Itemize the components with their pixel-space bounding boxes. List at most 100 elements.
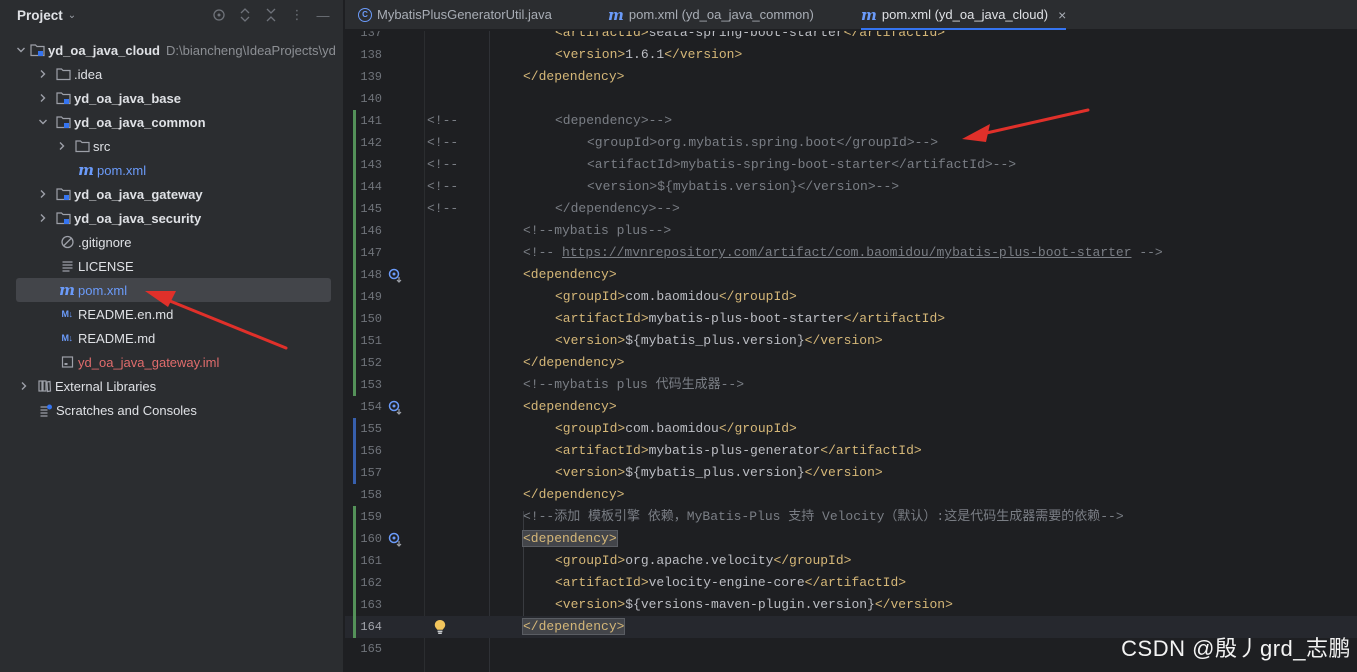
tree-item-label: src — [93, 138, 111, 154]
tab-pom-common[interactable]: m pom.xml (yd_oa_java_common) — [608, 0, 814, 29]
code-line: 163 <version>${versions-maven-plugin.ver… — [345, 594, 1357, 616]
module-folder-icon — [55, 90, 71, 106]
tree-item-label: README.en.md — [78, 306, 174, 322]
code-line: 141 <!-- <dependency>--> — [345, 110, 1357, 132]
code-text: <groupId>org.mybatis.spring.boot</groupI… — [587, 135, 939, 150]
line-number: 143 — [360, 158, 382, 172]
mvnrepository-link[interactable]: https://mvnrepository.com/artifact/com.b… — [562, 245, 1132, 260]
code-line: 154 <dependency> — [345, 396, 1357, 418]
chevron-right-icon[interactable] — [35, 210, 51, 226]
code-line: 156 <artifactId>mybatis-plus-generator</… — [345, 440, 1357, 462]
scratches-icon — [37, 402, 53, 418]
line-number: 139 — [360, 70, 382, 84]
tree-item-common[interactable]: yd_oa_java_common — [16, 110, 331, 134]
editor-tab-bar: C MybatisPlusGeneratorUtil.java m pom.xm… — [345, 0, 1357, 30]
chevron-down-icon[interactable] — [35, 114, 51, 130]
line-number: 141 — [360, 114, 382, 128]
tree-item-idea[interactable]: .idea — [16, 62, 331, 86]
code-text: <artifactId>velocity-engine-core</artifa… — [555, 575, 907, 590]
collapse-all-icon[interactable] — [262, 6, 280, 24]
line-number: 159 — [360, 510, 382, 524]
maven-dependency-icon[interactable] — [387, 399, 403, 415]
code-line: 145 <!-- </dependency>--> — [345, 198, 1357, 220]
tree-item-readme[interactable]: M↓ README.md — [16, 326, 331, 350]
tree-item-external-libraries[interactable]: External Libraries — [16, 374, 331, 398]
code-line: 148 <dependency> — [345, 264, 1357, 286]
code-line: 157 <version>${mybatis_plus.version}</ve… — [345, 462, 1357, 484]
tree-item-readme-en[interactable]: M↓ README.en.md — [16, 302, 331, 326]
code-line: 139 </dependency> — [345, 66, 1357, 88]
tree-item-common-pom[interactable]: m pom.xml — [16, 158, 331, 182]
line-number: 162 — [360, 576, 382, 590]
tree-item-label: .gitignore — [78, 234, 132, 250]
code-line: 161 <groupId>org.apache.velocity</groupI… — [345, 550, 1357, 572]
chevron-right-icon[interactable] — [35, 186, 51, 202]
code-line: 151 <version>${mybatis_plus.version}</ve… — [345, 330, 1357, 352]
tab-pom-cloud[interactable]: m pom.xml (yd_oa_java_cloud) × — [861, 0, 1067, 30]
code-line: 155 <groupId>com.baomidou</groupId> — [345, 418, 1357, 440]
tree-item-label: yd_oa_java_gateway.iml — [78, 354, 220, 370]
code-line: 138 <version>1.6.1</version> — [345, 44, 1357, 66]
code-text: <version>1.6.1</version> — [555, 47, 743, 62]
more-options-icon[interactable]: ⋮ — [288, 6, 306, 24]
comment-prefix: <!-- — [427, 201, 459, 216]
code-text: </dependency>--> — [555, 201, 680, 216]
minimize-icon[interactable]: — — [314, 6, 332, 24]
project-panel-header: Project ⌄ ⋮ — — [0, 0, 343, 30]
chevron-right-icon[interactable] — [54, 138, 70, 154]
chevron-right-icon[interactable] — [35, 90, 51, 106]
chevron-right-icon[interactable] — [35, 66, 51, 82]
code-line: 158 </dependency> — [345, 484, 1357, 506]
line-number: 160 — [360, 532, 382, 546]
tree-item-iml[interactable]: yd_oa_java_gateway.iml — [16, 350, 331, 374]
line-number: 144 — [360, 180, 382, 194]
tree-item-label: pom.xml — [78, 282, 128, 298]
tree-item-base[interactable]: yd_oa_java_base — [16, 86, 331, 110]
tree-item-scratches[interactable]: Scratches and Consoles — [16, 398, 331, 422]
project-panel-title[interactable]: Project — [17, 8, 63, 23]
tree-item-gateway[interactable]: yd_oa_java_gateway — [16, 182, 331, 206]
close-tab-icon[interactable]: × — [1058, 7, 1066, 23]
tree-item-label: pom.xml — [97, 162, 147, 178]
code-editor[interactable]: 137 <artifactId>seata-spring-boot-starte… — [345, 31, 1357, 672]
line-number: 156 — [360, 444, 382, 458]
tree-item-project-root[interactable]: yd_oa_java_cloud D:\biancheng\IdeaProjec… — [16, 38, 336, 62]
chevron-down-icon[interactable]: ⌄ — [68, 10, 76, 21]
line-number: 165 — [360, 642, 382, 656]
line-number: 155 — [360, 422, 382, 436]
maven-icon: m — [861, 5, 877, 24]
line-number: 149 — [360, 290, 382, 304]
comment-prefix: <!-- — [427, 135, 459, 150]
text-file-icon — [59, 258, 75, 274]
tree-item-license[interactable]: LICENSE — [16, 254, 331, 278]
code-text: <artifactId>seata-spring-boot-starter</a… — [555, 31, 946, 40]
code-text: <dependency> — [523, 267, 617, 282]
ignore-icon — [59, 234, 75, 250]
code-text: <!-- https://mvnrepository.com/artifact/… — [523, 242, 1163, 264]
watermark: CSDN @殷丿grd_志鹏 — [1121, 636, 1351, 661]
chevron-right-icon[interactable] — [16, 378, 32, 394]
locate-icon[interactable] — [210, 6, 228, 24]
code-text: </dependency> — [523, 69, 625, 84]
tab-mybatis-generator-util[interactable]: C MybatisPlusGeneratorUtil.java — [358, 0, 552, 29]
code-line: 162 <artifactId>velocity-engine-core</ar… — [345, 572, 1357, 594]
code-text: <dependency> — [522, 528, 618, 550]
folder-icon — [55, 66, 71, 82]
line-number: 145 — [360, 202, 382, 216]
maven-dependency-icon[interactable] — [387, 531, 403, 547]
code-text: <groupId>org.apache.velocity</groupId> — [555, 553, 852, 568]
module-folder-icon — [55, 114, 71, 130]
expand-all-icon[interactable] — [236, 6, 254, 24]
tree-item-root-pom[interactable]: m pom.xml — [16, 278, 331, 302]
iml-file-icon — [59, 354, 75, 370]
line-number: 147 — [360, 246, 382, 260]
tree-item-src[interactable]: src — [16, 134, 331, 158]
tree-item-security[interactable]: yd_oa_java_security — [16, 206, 331, 230]
line-number: 163 — [360, 598, 382, 612]
line-number: 138 — [360, 48, 382, 62]
tree-item-gitignore[interactable]: .gitignore — [16, 230, 331, 254]
lightbulb-icon[interactable] — [433, 619, 447, 635]
code-text: </dependency> — [523, 355, 625, 370]
chevron-down-icon[interactable] — [16, 42, 26, 58]
maven-dependency-icon[interactable] — [387, 267, 403, 283]
